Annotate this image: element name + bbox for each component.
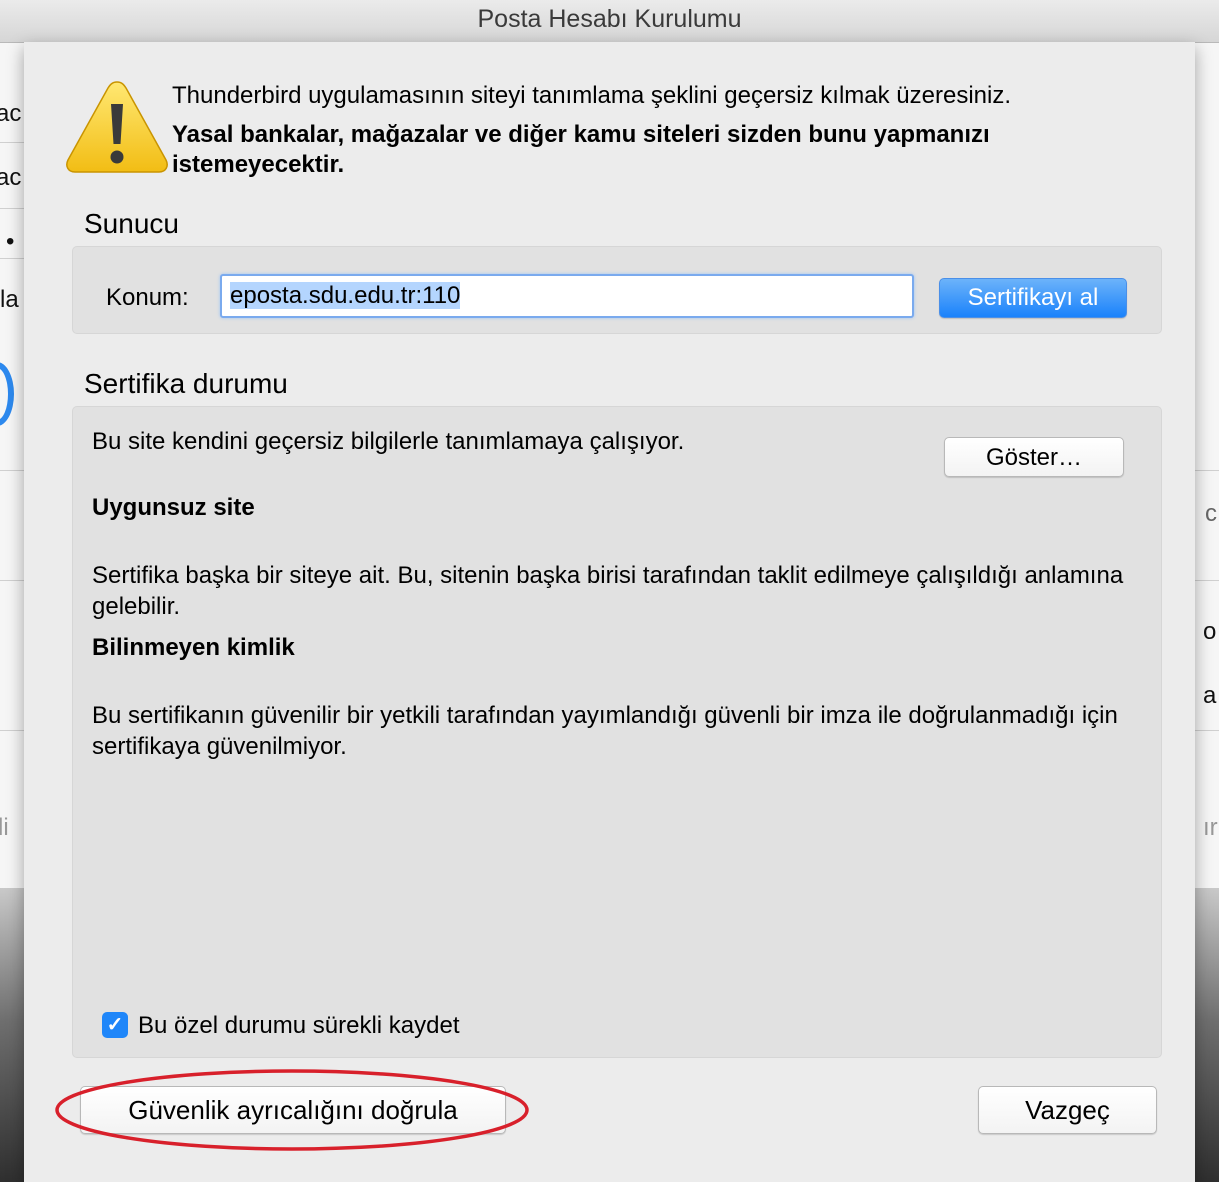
background-text-fragment: a xyxy=(1203,682,1217,709)
permanent-exception-checkbox[interactable]: ✓ xyxy=(102,1012,128,1038)
background-text-fragment: ır xyxy=(1203,814,1218,841)
show-certificate-button[interactable]: Göster… xyxy=(944,437,1124,477)
issue-description: Bu sertifikanın güvenilir bir yetkili ta… xyxy=(92,702,1118,760)
window-title: Posta Hesabı Kurulumu xyxy=(0,0,1219,43)
certificate-summary: Bu site kendini geçersiz bilgilerle tanı… xyxy=(92,428,685,455)
location-input-value: eposta.sdu.edu.tr:110 xyxy=(230,282,461,309)
server-section-title: Sunucu xyxy=(84,208,179,239)
annotation-ellipse xyxy=(55,1069,529,1151)
location-label: Konum: xyxy=(106,284,189,311)
background-text-fragment: ac xyxy=(0,164,22,191)
permanent-exception-label[interactable]: Bu özel durumu sürekli kaydet xyxy=(138,1012,460,1040)
background-text-fragment: • xyxy=(6,228,15,255)
background-text-fragment: la xyxy=(0,286,19,313)
background-text-fragment: c xyxy=(1205,500,1217,527)
location-input[interactable]: eposta.sdu.edu.tr:110 xyxy=(220,274,914,318)
warning-emphasis: Yasal bankalar, mağazalar ve diğer kamu … xyxy=(172,121,990,178)
cancel-button[interactable]: Vazgeç xyxy=(978,1086,1157,1134)
background-text-fragment: o xyxy=(1203,618,1217,645)
background-text-fragment: ac xyxy=(0,100,22,127)
get-certificate-button[interactable]: Sertifikayı al xyxy=(939,278,1127,318)
background-circle-icon xyxy=(0,362,14,426)
warning-message: Thunderbird uygulamasının siteyi tanımla… xyxy=(172,82,1012,109)
issue-description: Sertifika başka bir siteye ait. Bu, site… xyxy=(92,562,1124,620)
background-window-right: c o a ır xyxy=(1195,42,1219,1182)
background-text-fragment: li xyxy=(0,814,9,841)
background-window-left: ac ac • la li xyxy=(0,42,24,1182)
certificate-section-title: Sertifika durumu xyxy=(84,368,288,399)
issue-title: Uygunsuz site xyxy=(92,494,255,521)
issue-title: Bilinmeyen kimlik xyxy=(92,634,295,661)
security-exception-dialog: Thunderbird uygulamasının siteyi tanımla… xyxy=(24,42,1195,1182)
warning-icon xyxy=(66,81,168,173)
